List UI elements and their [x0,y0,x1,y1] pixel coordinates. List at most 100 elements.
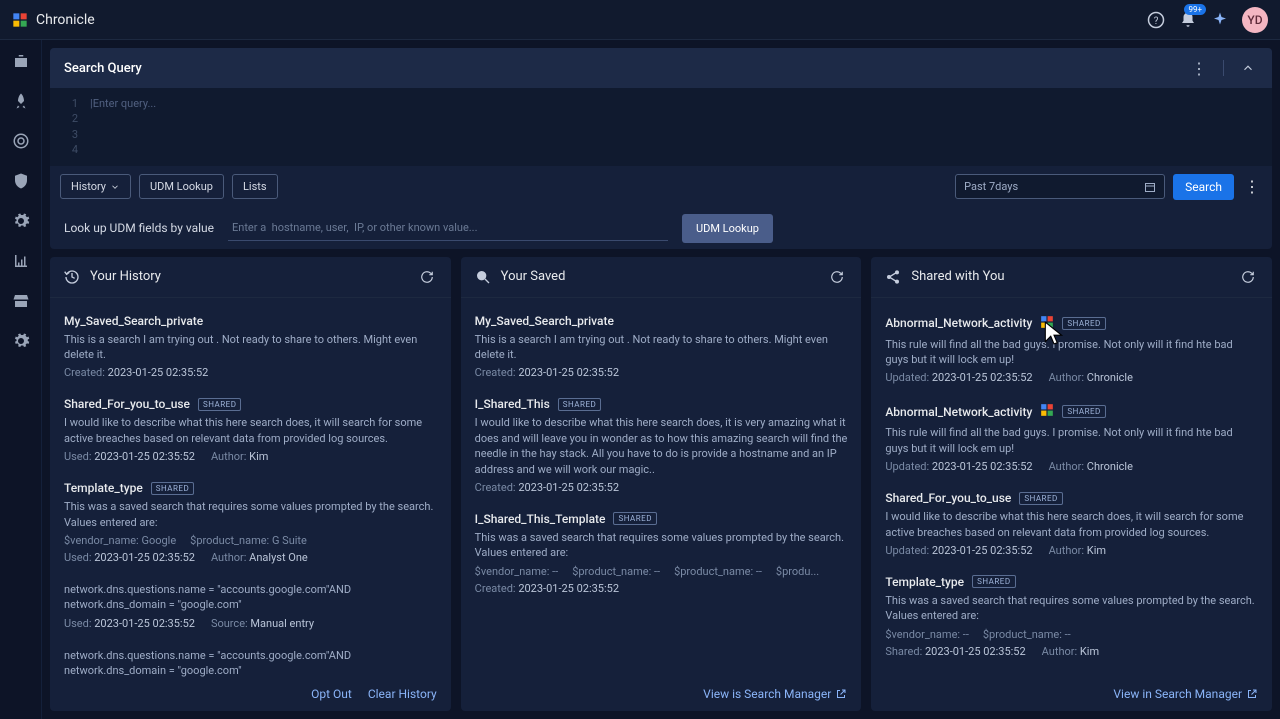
item-meta: Created: 2023-01-25 02:35:52 [475,481,848,494]
item-title: Abnormal_Network_activity [885,316,1032,330]
item-desc: This is a search I am trying out . Not r… [475,332,848,363]
shared-tag: SHARED [613,512,656,525]
item-meta: Used: 2023-01-25 02:35:52Author: Kim [64,450,437,463]
item-desc: network.dns.questions.name = "accounts.g… [64,582,437,613]
target-icon[interactable] [12,132,30,150]
list-item[interactable]: I_Shared_ThisSHAREDI would like to descr… [475,385,848,500]
list-item[interactable]: Abnormal_Network_activitySHAREDThis rule… [885,390,1258,479]
editor-placeholder: Enter query... [93,97,157,110]
external-link-icon [1246,688,1258,700]
rocket-icon[interactable] [12,92,30,110]
external-link-icon [835,688,847,700]
item-meta: Updated: 2023-01-25 02:35:52Author: Chro… [885,460,1258,473]
your-history-column: Your History My_Saved_Search_private This… [50,257,451,711]
list-item[interactable]: I_Shared_This_TemplateSHAREDThis was a s… [475,500,848,601]
notifications-icon[interactable]: 99+ [1178,10,1198,30]
date-range-picker[interactable]: Past 7days [955,174,1165,199]
line-num: 1 [64,96,78,111]
logo [12,12,28,28]
list-item[interactable]: Abnormal_Network_activitySHAREDThis rule… [885,302,1258,391]
item-meta: Updated: 2023-01-25 02:35:52Author: Kim [885,544,1258,557]
item-vars: $vendor_name: --$product_name: -- [885,628,1258,641]
lookup-input[interactable] [228,215,668,241]
item-title: Template_type [885,575,964,589]
briefcase-icon[interactable] [12,52,30,70]
chronicle-icon [1040,314,1054,333]
view-manager-link[interactable]: View is Search Manager [703,687,847,701]
item-title: Abnormal_Network_activity [885,405,1032,419]
avatar[interactable]: YD [1242,7,1268,33]
col-title: Shared with You [911,269,1004,284]
item-desc: This was a saved search that requires so… [885,593,1258,624]
list-item[interactable]: Shared_For_you_to_useSHAREDI would like … [64,385,437,469]
refresh-icon[interactable] [417,267,437,287]
item-desc: This was a saved search that requires so… [64,499,437,530]
sparkle-icon[interactable] [1210,10,1230,30]
item-desc: This rule will find all the bad guys. I … [885,337,1258,368]
left-sidebar [0,40,42,719]
shared-list: Abnormal_Network_activity SHARED This rule… [871,298,1272,677]
list-item[interactable]: Template_type SHARED This was a saved sear… [885,563,1258,664]
item-meta: Updated: 2023-01-25 02:35:52Author: Chro… [885,371,1258,384]
search-icon [475,269,491,285]
refresh-icon[interactable] [827,267,847,287]
your-saved-column: Your Saved My_Saved_Search_private This i… [461,257,862,711]
shield-icon[interactable] [12,172,30,190]
query-editor[interactable]: 1|Enter query... 2 3 4 [50,88,1272,166]
refresh-icon[interactable] [1238,267,1258,287]
udm-lookup-button[interactable]: UDM Lookup [139,174,224,199]
separator [1223,60,1224,76]
more-search-icon[interactable]: ⋮ [1242,177,1262,197]
gear-icon[interactable] [12,212,30,230]
line-num: 4 [64,142,78,157]
item-meta: Created: 2023-01-25 02:35:52 [64,366,437,379]
item-title: My_Saved_Search_private [64,314,203,328]
item-title: Shared_For_you_to_use [64,397,190,411]
item-meta: Created: 2023-01-25 02:35:52 [475,582,848,595]
search-query-panel: Search Query ⋮ 1|Enter query... 2 3 4 Hi… [50,48,1272,249]
history-icon [64,269,80,285]
history-list: My_Saved_Search_private This is a search … [50,298,451,677]
search-button[interactable]: Search [1173,174,1234,200]
item-desc: I would like to describe what this here … [64,415,437,446]
col-title: Your Saved [501,269,566,284]
chart-icon[interactable] [12,252,30,270]
shared-tag: SHARED [1062,405,1105,418]
list-item[interactable]: My_Saved_Search_private This is a search … [64,302,437,386]
shared-tag: SHARED [972,575,1015,588]
lookup-button[interactable]: UDM Lookup [682,214,773,243]
list-item[interactable]: network.dns.questions.name = "accounts.g… [64,570,437,636]
item-vars: $vendor_name: Google$product_name: G Sui… [64,534,437,547]
collapse-icon[interactable] [1238,58,1258,78]
settings-icon[interactable] [12,332,30,350]
list-item[interactable]: My_Saved_Search_private This is a search … [475,302,848,386]
col-title: Your History [90,269,161,284]
opt-out-link[interactable]: Opt Out [311,687,352,701]
more-icon[interactable]: ⋮ [1189,58,1209,78]
list-item[interactable]: network.dns.questions.name = "accounts.g… [64,636,437,677]
item-desc: This is a search I am trying out . Not r… [64,332,437,363]
list-item[interactable]: Shared_For_you_to_use SHARED I would like … [885,479,1258,563]
line-num: 3 [64,127,78,142]
item-desc: I would like to describe what this here … [885,509,1258,540]
query-title: Search Query [64,61,142,76]
item-title: Shared_For_you_to_use [885,491,1011,505]
shared-tag: SHARED [1019,492,1062,505]
chronicle-icon [1040,402,1054,421]
clear-history-link[interactable]: Clear History [368,687,437,701]
svg-text:?: ? [1154,15,1159,26]
item-meta: Shared: 2023-01-25 02:35:52Author: Kim [885,645,1258,658]
history-button[interactable]: History [60,174,131,199]
lists-button[interactable]: Lists [232,174,278,199]
view-manager-link[interactable]: View in Search Manager [1113,687,1258,701]
list-item[interactable]: Template_typeSHAREDThis was a saved sear… [64,469,437,570]
help-icon[interactable]: ? [1146,10,1166,30]
notif-badge: 99+ [1184,4,1206,15]
item-meta: Created: 2023-01-25 02:35:52 [475,366,848,379]
lookup-label: Look up UDM fields by value [64,221,214,235]
item-desc: I would like to describe what this here … [475,415,848,477]
item-title: My_Saved_Search_private [475,314,614,328]
saved-list: My_Saved_Search_private This is a search … [461,298,862,677]
shared-with-you-column: Shared with You Abnormal_Network_activit… [871,257,1272,711]
store-icon[interactable] [12,292,30,310]
